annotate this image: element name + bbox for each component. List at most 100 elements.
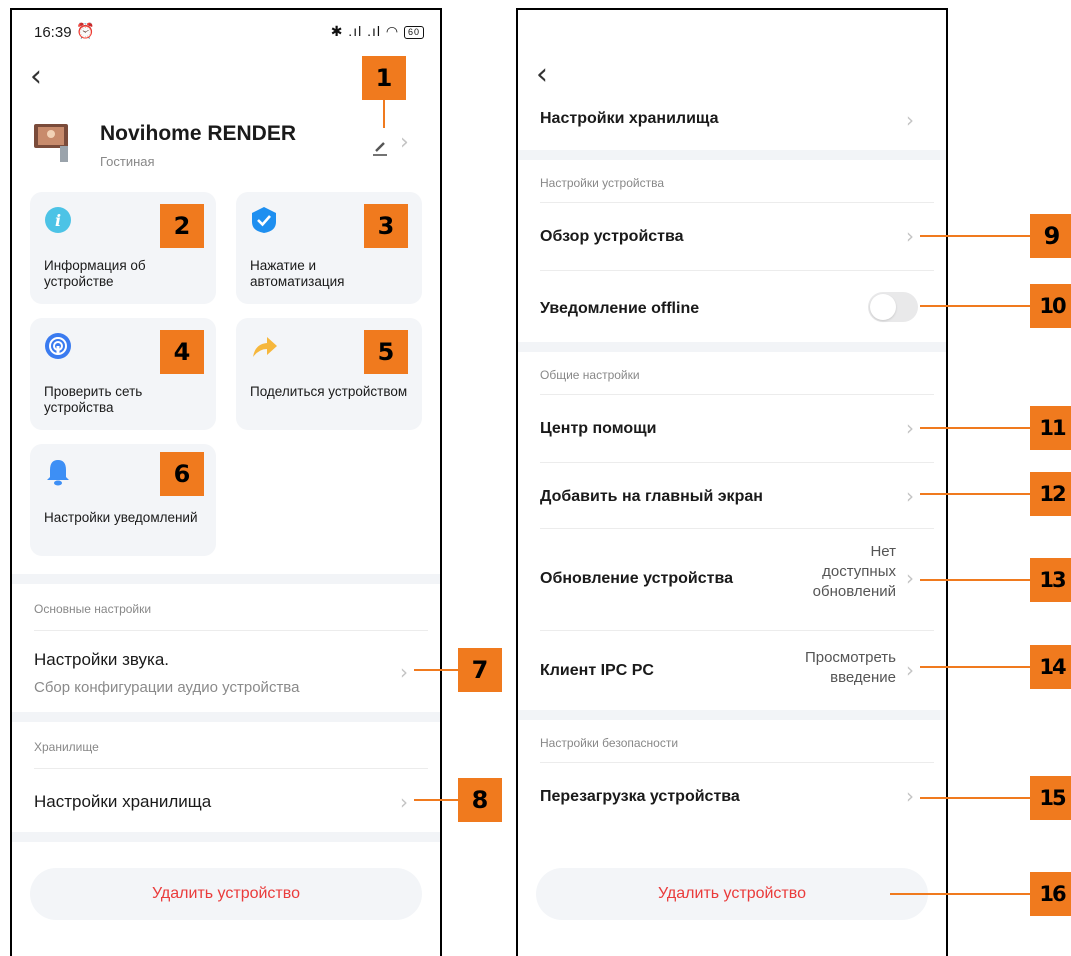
tile-label: Нажатие и автоматизация: [250, 258, 345, 289]
offline-notification-row: Уведомление offline: [518, 272, 946, 342]
update-status-value: Нет доступных обновлений: [813, 542, 896, 602]
reboot-device-row[interactable]: Перезагрузка устройства ›: [518, 764, 946, 828]
callout-badge-7: 7: [458, 648, 502, 692]
callout-badge-12: 12: [1030, 472, 1071, 516]
callout-leader: [920, 235, 1032, 237]
device-header[interactable]: Novihome RENDER Гостиная ›: [34, 118, 424, 178]
callout-leader: [890, 893, 1032, 895]
device-room: Гостиная: [100, 154, 155, 169]
callout-badge-6: 6: [160, 452, 204, 496]
section-header-general: Общие настройки: [540, 368, 640, 382]
callout-badge-16: 16: [1030, 872, 1071, 916]
chevron-right-icon: ›: [906, 108, 914, 132]
section-header-basic: Основные настройки: [34, 602, 152, 616]
value-line: обновлений: [812, 583, 896, 600]
callout-badge-5: 5: [364, 330, 408, 374]
chevron-right-icon: ›: [400, 130, 409, 155]
tile-label: Проверить сеть устройства: [44, 384, 143, 415]
divider-line: [540, 462, 934, 463]
check-shield-icon: [252, 207, 276, 233]
device-overview-row[interactable]: Обзор устройства ›: [518, 204, 946, 270]
ipc-client-value: Просмотреть введение: [805, 648, 896, 688]
callout-badge-11: 11: [1030, 406, 1071, 450]
chevron-right-icon: ›: [400, 790, 408, 814]
section-divider: [12, 574, 440, 584]
row-title: Уведомление offline: [540, 300, 700, 317]
status-bar: 16:39 ⏰ ✱ .ıl .ıl ◠ 60: [12, 20, 440, 46]
row-subtitle: Сбор конфигурации аудио устройства: [34, 679, 300, 696]
chevron-right-icon: ›: [906, 784, 914, 808]
svg-text:i: i: [55, 211, 61, 230]
back-chevron-icon[interactable]: ‹: [536, 60, 548, 90]
row-title: Добавить на главный экран: [540, 488, 763, 505]
section-header-storage: Хранилище: [34, 740, 99, 754]
divider-line: [34, 630, 428, 631]
tile-label: Поделиться устройством: [250, 384, 408, 399]
divider-line: [540, 528, 934, 529]
storage-settings-row[interactable]: Настройки хранилища ›: [518, 94, 946, 150]
callout-badge-14: 14: [1030, 645, 1071, 689]
callout-badge-8: 8: [458, 778, 502, 822]
ipc-client-row[interactable]: Клиент IPC PC Просмотреть введение ›: [518, 632, 946, 710]
callout-leader: [414, 799, 460, 801]
callout-badge-10: 10: [1030, 284, 1071, 328]
delete-device-button[interactable]: Удалить устройство: [536, 868, 928, 920]
divider-line: [540, 762, 934, 763]
section-divider: [518, 150, 946, 160]
alarm-clock-icon: ⏰: [76, 23, 95, 40]
add-to-home-row[interactable]: Добавить на главный экран ›: [518, 464, 946, 528]
divider-line: [540, 202, 934, 203]
divider-line: [540, 270, 934, 271]
device-update-row[interactable]: Обновление устройства Нет доступных обно…: [518, 530, 946, 630]
divider-line: [34, 768, 428, 769]
phone-screen-right: ‹ Настройки хранилища › Настройки устрой…: [516, 8, 948, 956]
network-check-icon: [45, 333, 71, 359]
row-title: Клиент IPC PC: [540, 662, 654, 679]
storage-settings-row[interactable]: Настройки хранилища ›: [12, 770, 440, 832]
callout-leader: [383, 100, 385, 128]
row-title: Перезагрузка устройства: [540, 788, 740, 805]
signal-icons: ✱ .ıl .ıl ◠ 60: [331, 23, 424, 40]
callout-badge-15: 15: [1030, 776, 1071, 820]
section-divider: [12, 832, 440, 842]
callout-leader: [920, 666, 1032, 668]
edit-pencil-icon[interactable]: [370, 138, 390, 158]
tile-label: Информация об устройстве: [44, 258, 146, 289]
value-line: доступных: [822, 563, 896, 580]
row-title: Настройки хранилища: [34, 792, 212, 811]
section-header-security: Настройки безопасности: [540, 736, 679, 750]
delete-device-button[interactable]: Удалить устройство: [30, 868, 422, 920]
callout-leader: [920, 797, 1032, 799]
tile-label: Настройки уведомлений: [44, 510, 198, 525]
chevron-right-icon: ›: [906, 224, 914, 248]
divider-line: [540, 394, 934, 395]
device-name: Novihome RENDER: [100, 122, 297, 145]
callout-badge-3: 3: [364, 204, 408, 248]
section-divider: [518, 342, 946, 352]
chevron-right-icon: ›: [906, 484, 914, 508]
callout-badge-4: 4: [160, 330, 204, 374]
chevron-right-icon: ›: [400, 660, 408, 684]
row-title: Обновление устройства: [540, 570, 733, 587]
chevron-right-icon: ›: [906, 658, 914, 682]
callout-leader: [414, 669, 460, 671]
status-time: 16:39: [34, 24, 72, 41]
callout-leader: [920, 579, 1032, 581]
sound-settings-row[interactable]: Настройки звука. Сбор конфигурации аудио…: [12, 632, 440, 712]
bell-icon: [47, 460, 69, 486]
section-divider: [518, 710, 946, 720]
value-line: Просмотреть: [804, 649, 896, 666]
callout-badge-2: 2: [160, 204, 204, 248]
battery-icon: 60: [403, 25, 424, 39]
help-center-row[interactable]: Центр помощи ›: [518, 396, 946, 462]
callout-leader: [920, 493, 1032, 495]
info-icon: i: [45, 207, 71, 233]
back-chevron-icon[interactable]: ‹: [30, 62, 42, 92]
offline-notification-toggle[interactable]: [868, 292, 918, 322]
section-header-device: Настройки устройства: [540, 176, 664, 190]
divider-line: [540, 630, 934, 631]
value-line: введение: [830, 669, 896, 686]
callout-badge-1: 1: [362, 56, 406, 100]
wifi-icon: ◠: [385, 23, 400, 39]
value-line: Нет: [870, 543, 896, 560]
